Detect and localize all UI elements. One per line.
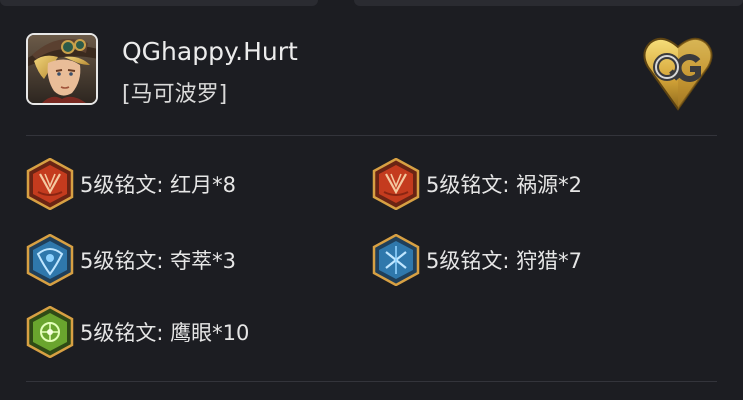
red-rune-icon <box>372 158 420 210</box>
player-name: QGhappy.Hurt <box>122 37 298 66</box>
red-rune-icon <box>26 158 74 210</box>
rune-item-red-moon: 5级铭文: 红月*8 <box>26 158 236 210</box>
blue-rune-icon <box>372 234 420 286</box>
rune-label: 5级铭文: 红月*8 <box>80 173 236 197</box>
rune-label: 5级铭文: 鹰眼*10 <box>80 321 250 345</box>
hero-name: [马可波罗] <box>122 82 228 107</box>
rune-page: QGhappy.Hurt [马可波罗] 5级铭文: 红月*8 5级铭文: 祸源*… <box>0 0 743 400</box>
rune-item-hawk-eye: 5级铭文: 鹰眼*10 <box>26 306 249 358</box>
top-tab-left[interactable] <box>0 0 318 6</box>
green-rune-icon <box>26 306 74 358</box>
bottom-divider <box>26 381 717 382</box>
top-tab-right[interactable] <box>354 0 743 6</box>
rune-item-disaster: 5级铭文: 祸源*2 <box>372 158 582 210</box>
team-logo <box>640 33 716 113</box>
hero-avatar[interactable] <box>26 33 98 105</box>
blue-rune-icon <box>26 234 74 286</box>
rune-label: 5级铭文: 祸源*2 <box>426 173 582 197</box>
rune-item-hunt: 5级铭文: 狩猎*7 <box>372 234 582 286</box>
header-divider <box>26 135 717 136</box>
rune-item-seize: 5级铭文: 夺萃*3 <box>26 234 236 286</box>
rune-label: 5级铭文: 狩猎*7 <box>426 249 582 273</box>
player-header: QGhappy.Hurt [马可波罗] <box>26 33 716 111</box>
rune-label: 5级铭文: 夺萃*3 <box>80 249 236 273</box>
